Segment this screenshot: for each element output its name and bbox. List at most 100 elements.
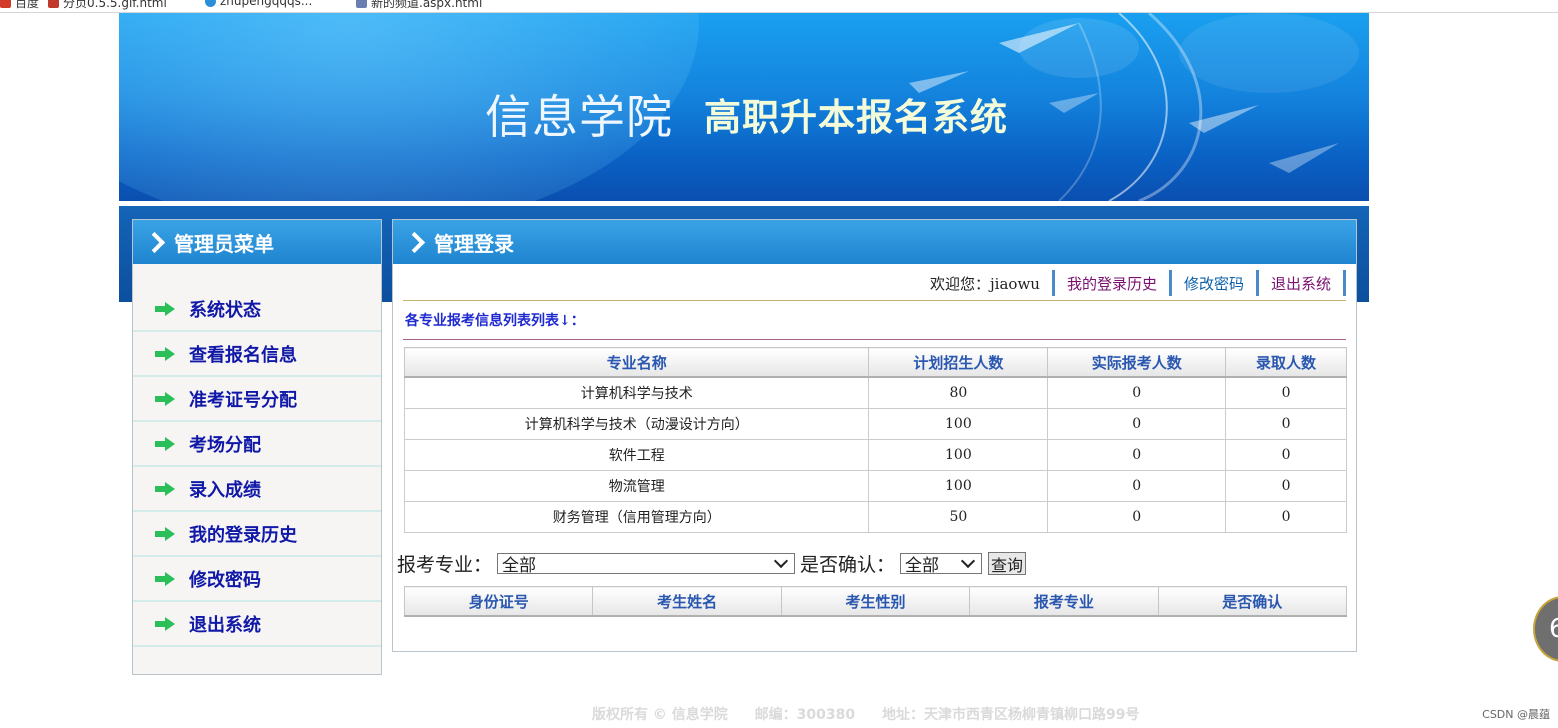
green-arrow-icon bbox=[155, 572, 175, 586]
login-history-link[interactable]: 我的登录历史 bbox=[1055, 270, 1172, 296]
table-cell: 0 bbox=[1225, 470, 1347, 502]
sidebar-title: 管理员菜单 bbox=[174, 231, 274, 256]
green-arrow-icon bbox=[155, 482, 175, 496]
floating-badge-number: 6 bbox=[1549, 614, 1558, 644]
baidu-icon bbox=[0, 0, 11, 8]
table-row: 财务管理（信用管理方向） 50 0 0 bbox=[403, 501, 1347, 533]
green-arrow-icon bbox=[155, 437, 175, 451]
bookmarks-bar: 百度 分页0.5.5.gif.html zhupengqqqs... 新的频道.… bbox=[0, 0, 1558, 13]
header-banner: 信息学院 高职升本报名系统 bbox=[119, 13, 1369, 201]
table-cell: 计算机科学与技术 bbox=[403, 376, 870, 409]
table-row: 计算机科学与技术 80 0 0 bbox=[403, 376, 1347, 409]
bookmark-item[interactable]: zhupengqqqs... bbox=[205, 0, 312, 8]
candidate-table: 身份证号 考生姓名 考生性别 报考专业 是否确认 bbox=[403, 586, 1348, 617]
sidebar-item-label: 修改密码 bbox=[189, 570, 261, 591]
logout-link[interactable]: 退出系统 bbox=[1259, 270, 1346, 296]
sidebar-item-label: 录入成绩 bbox=[189, 480, 261, 501]
table-cell: 50 bbox=[868, 501, 1049, 533]
divider bbox=[403, 300, 1346, 301]
table-row: 计算机科学与技术（动漫设计方向） 100 0 0 bbox=[403, 408, 1347, 440]
bookmark-label: zhupengqqqs... bbox=[220, 0, 313, 8]
welcome-text: 欢迎您：jiaowu bbox=[918, 270, 1055, 296]
main-header: 管理登录 bbox=[393, 220, 1356, 264]
confirm-filter-label: 是否确认： bbox=[800, 554, 896, 576]
table-cell: 0 bbox=[1047, 470, 1227, 502]
sidebar-header: 管理员菜单 bbox=[133, 220, 381, 264]
address-text: 地址：天津市西青区杨柳青镇柳口路99号 bbox=[881, 707, 1140, 723]
query-button[interactable]: 查询 bbox=[988, 552, 1027, 575]
major-stats-table: 专业名称 计划招生人数 实际报考人数 录取人数 计算机科学与技术 80 0 0 … bbox=[403, 347, 1347, 533]
column-header: 是否确认 bbox=[1157, 586, 1348, 617]
green-arrow-icon bbox=[155, 617, 175, 631]
table-cell: 100 bbox=[868, 408, 1049, 440]
table-cell: 100 bbox=[868, 470, 1049, 502]
column-header: 实际报考人数 bbox=[1047, 347, 1227, 378]
table-cell: 物流管理 bbox=[403, 470, 870, 502]
confirm-select-value: 全部 bbox=[905, 556, 940, 576]
sidebar-item-change-password[interactable]: 修改密码 bbox=[133, 558, 381, 602]
sidebar-item-enter-scores[interactable]: 录入成绩 bbox=[133, 468, 381, 512]
footer: 版权所有 © 信息学院 邮编：300380 地址：天津市西青区杨柳青镇柳口路99… bbox=[592, 704, 1161, 724]
bookmark-page-icon bbox=[205, 0, 216, 7]
table-cell: 0 bbox=[1047, 408, 1227, 440]
table-cell: 计算机科学与技术（动漫设计方向） bbox=[403, 408, 870, 440]
chevron-down-icon bbox=[773, 553, 789, 569]
sidebar-item-ticket-assign[interactable]: 准考证号分配 bbox=[133, 378, 381, 422]
major-select[interactable]: 全部 bbox=[497, 553, 796, 576]
column-header: 考生姓名 bbox=[592, 586, 782, 617]
major-filter-label: 报考专业： bbox=[397, 554, 493, 576]
sidebar-item-system-status[interactable]: 系统状态 bbox=[133, 288, 381, 332]
user-nav: 欢迎您：jiaowu 我的登录历史 修改密码 退出系统 bbox=[918, 270, 1346, 296]
bookmark-label: 新的频道.aspx.html bbox=[371, 0, 483, 10]
column-header: 身份证号 bbox=[403, 586, 594, 617]
bookmark-label: 分页0.5.5.gif.html bbox=[63, 0, 167, 10]
table-row: 软件工程 100 0 0 bbox=[403, 439, 1347, 471]
column-header: 计划招生人数 bbox=[868, 347, 1049, 378]
divider bbox=[403, 339, 1346, 340]
main-title: 管理登录 bbox=[434, 231, 514, 256]
change-password-link[interactable]: 修改密码 bbox=[1172, 270, 1259, 296]
main-panel: 管理登录 欢迎您：jiaowu 我的登录历史 修改密码 退出系统 各专业报考信息… bbox=[392, 219, 1357, 652]
table-cell: 0 bbox=[1225, 376, 1347, 409]
sidebar-item-logout[interactable]: 退出系统 bbox=[133, 603, 381, 647]
green-arrow-icon bbox=[155, 392, 175, 406]
floating-badge[interactable]: 6 bbox=[1533, 596, 1558, 662]
table-cell: 0 bbox=[1225, 439, 1347, 471]
sidebar-menu: 系统状态 查看报名信息 准考证号分配 考场分配 录入成绩 我的登录历史 修改密码 bbox=[133, 288, 381, 648]
sidebar-item-label: 退出系统 bbox=[189, 615, 261, 636]
school-title: 信息学院 bbox=[485, 90, 673, 144]
green-arrow-icon bbox=[155, 347, 175, 361]
watermark: CSDN @晨蕴 bbox=[1482, 708, 1550, 721]
system-title: 高职升本报名系统 bbox=[704, 96, 1008, 139]
green-arrow-icon bbox=[155, 302, 175, 316]
chevron-right-icon bbox=[403, 231, 426, 253]
sidebar-item-label: 考场分配 bbox=[189, 435, 261, 456]
sidebar-item-room-assign[interactable]: 考场分配 bbox=[133, 423, 381, 467]
sidebar-item-label: 查看报名信息 bbox=[189, 345, 297, 366]
column-header: 专业名称 bbox=[403, 347, 870, 378]
table-cell: 0 bbox=[1225, 501, 1347, 533]
column-header: 报考专业 bbox=[969, 586, 1159, 617]
table-cell: 0 bbox=[1047, 501, 1227, 533]
bookmark-item[interactable]: 百度 bbox=[0, 0, 39, 11]
sidebar-item-login-history[interactable]: 我的登录历史 bbox=[133, 513, 381, 557]
bookmark-item[interactable]: 分页0.5.5.gif.html bbox=[48, 0, 167, 11]
postcode-text: 邮编：300380 bbox=[754, 707, 856, 723]
table-cell: 0 bbox=[1047, 439, 1227, 471]
bookmark-label: 百度 bbox=[15, 0, 40, 10]
table-header-row: 身份证号 考生姓名 考生性别 报考专业 是否确认 bbox=[403, 586, 1348, 617]
table-cell: 100 bbox=[868, 439, 1049, 471]
filter-bar: 报考专业： 全部 是否确认： 全部 查询 bbox=[397, 550, 1027, 577]
table-cell: 软件工程 bbox=[403, 439, 870, 471]
chevron-right-icon bbox=[143, 231, 166, 253]
bookmark-item[interactable]: 新的频道.aspx.html bbox=[356, 0, 482, 11]
sidebar-item-view-registrations[interactable]: 查看报名信息 bbox=[133, 333, 381, 377]
column-header: 考生性别 bbox=[780, 586, 971, 617]
sidebar-item-label: 我的登录历史 bbox=[189, 525, 297, 546]
sidebar-item-label: 准考证号分配 bbox=[189, 390, 297, 411]
major-select-value: 全部 bbox=[502, 556, 537, 576]
table-cell: 0 bbox=[1225, 408, 1347, 440]
confirm-select[interactable]: 全部 bbox=[900, 553, 983, 576]
list-caption: 各专业报考信息列表列表↓： bbox=[405, 313, 585, 329]
green-arrow-icon bbox=[155, 527, 175, 541]
